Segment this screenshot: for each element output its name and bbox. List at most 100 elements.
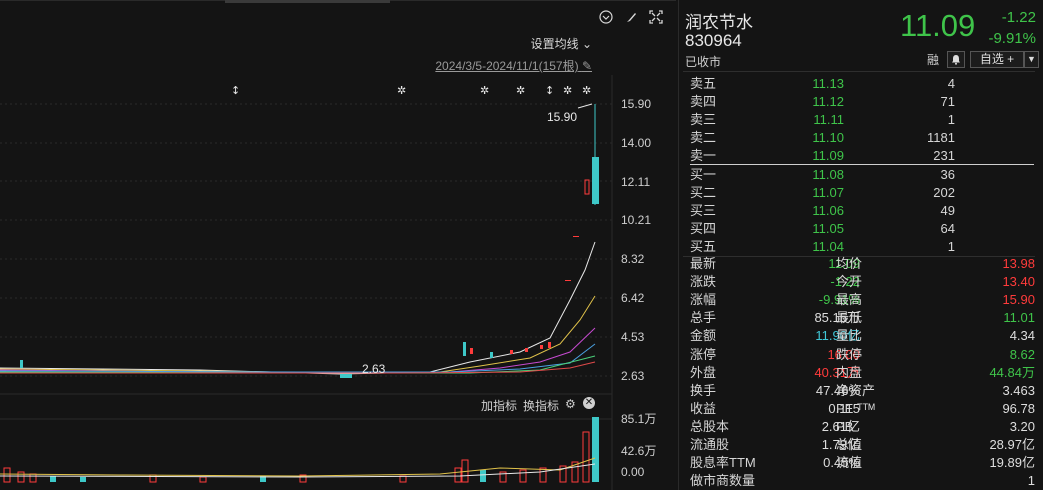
stat-label: 涨跌 — [690, 274, 717, 290]
ask-volume: 1 — [947, 112, 955, 127]
event-marker[interactable]: ✲ — [582, 84, 591, 97]
ask-row[interactable]: 卖一 11.09 231 — [690, 147, 965, 165]
watchlist-dropdown-icon[interactable]: ▼ — [1024, 51, 1039, 68]
stat-label: 量比 — [836, 328, 863, 344]
stat-label: PE ᵀᵀᴹ — [836, 400, 875, 416]
bid-price: 11.05 — [812, 221, 844, 236]
margin-badge: 融 — [927, 53, 940, 67]
stat-value: 15.90 — [1002, 292, 1035, 308]
stat-value: 3.20 — [1009, 418, 1035, 434]
vol-axis-tick: 0.00 — [621, 465, 645, 479]
bid-volume: 202 — [933, 185, 955, 200]
stat-value: 96.78 — [1002, 400, 1035, 416]
stock-code: 830964 — [685, 31, 742, 50]
stat-label: 做市商数量 — [690, 473, 756, 489]
ask-volume: 71 — [940, 94, 955, 109]
gear-icon[interactable]: ⚙ — [565, 397, 576, 411]
ask-row[interactable]: 卖二 11.10 1181 — [690, 129, 965, 147]
stat-label: 收益 — [690, 400, 717, 416]
stat-row: 收益 0.115 PE ᵀᵀᴹ 96.78 — [690, 400, 1035, 418]
bid-label: 买一 — [690, 167, 717, 182]
bid-volume: 49 — [940, 203, 955, 218]
ask-label: 卖一 — [690, 148, 717, 163]
kline-svg: ↕ ✲ ✲ ✲ ↕ ✲ ✲ — [0, 75, 613, 490]
ask-volume: 4 — [947, 76, 955, 91]
stat-value: 13.40 — [1002, 274, 1035, 290]
bid-row[interactable]: 买四 11.05 64 — [690, 220, 965, 238]
stat-label: 外盘 — [690, 364, 717, 380]
stat-value: 1 — [1027, 473, 1035, 489]
ask-row[interactable]: 卖四 11.12 71 — [690, 93, 965, 111]
close-icon[interactable]: ✕ — [583, 397, 595, 409]
stat-row: 涨跌 -1.22 今开 13.40 — [690, 273, 1035, 291]
stat-label: 涨停 — [690, 346, 717, 362]
event-marker[interactable]: ✲ — [516, 84, 525, 97]
stat-label: 换手 — [690, 382, 717, 398]
ask-price: 11.11 — [813, 112, 844, 127]
price-change: -1.22 — [1001, 9, 1036, 26]
ask-row[interactable]: 卖三 11.11 1 — [690, 111, 965, 129]
bid-price: 11.07 — [812, 185, 844, 200]
stat-label: 最新 — [690, 256, 717, 271]
bid-row[interactable]: 买二 11.07 202 — [690, 184, 965, 202]
stat-value: 4.34 — [1009, 328, 1035, 344]
stat-label: 跌停 — [836, 346, 863, 362]
bid-price: 11.08 — [812, 167, 844, 182]
bid-price: 11.06 — [812, 203, 844, 218]
bid-label: 买三 — [690, 203, 717, 218]
bid-row[interactable]: 买一 11.08 36 — [690, 166, 965, 184]
stat-value: 8.62 — [1009, 346, 1035, 362]
stat-label: 金额 — [690, 328, 717, 344]
bid-row[interactable]: 买五 11.04 1 — [690, 238, 965, 256]
add-indicator-button[interactable]: 加指标 — [481, 397, 517, 414]
stat-label: 最低 — [836, 310, 863, 326]
event-marker[interactable]: ✲ — [563, 84, 572, 97]
stat-value: 13.98 — [1002, 256, 1035, 271]
y-axis-tick: 4.53 — [621, 330, 645, 344]
stat-row: 股息率TTM 0.45% 流值 19.89亿 — [690, 454, 1035, 472]
stat-row: 外盘 40.31万 内盘 44.84万 — [690, 364, 1035, 382]
bid-row[interactable]: 买三 11.06 49 — [690, 202, 965, 220]
bid-price: 11.04 — [812, 239, 844, 254]
stat-value: 19.89亿 — [989, 455, 1035, 471]
last-candle[interactable] — [592, 157, 599, 204]
event-marker[interactable]: ✲ — [397, 84, 406, 97]
last-volume-bar[interactable] — [592, 417, 599, 482]
stat-value: 44.84万 — [989, 364, 1035, 380]
stat-row: 流通股 1.79亿 总值 28.97亿 — [690, 436, 1035, 454]
ask-price: 11.09 — [812, 148, 844, 163]
ask-volume: 1181 — [927, 130, 955, 145]
low-price-marker: 2.63 — [362, 362, 386, 376]
stat-label: 今开 — [836, 274, 863, 290]
price-change-pct: -9.91% — [988, 30, 1036, 47]
add-watchlist-button[interactable]: 自选 + — [970, 51, 1024, 68]
y-axis-tick: 10.21 — [621, 213, 652, 227]
stat-row: 做市商数量 1 — [690, 472, 1035, 490]
event-marker[interactable]: ↕ — [231, 84, 240, 97]
ask-label: 卖五 — [690, 76, 717, 91]
stat-row: 换手 47.46% 净资产 3.463 — [690, 382, 1035, 400]
y-axis-tick: 14.00 — [621, 136, 652, 150]
bid-label: 买五 — [690, 239, 717, 254]
stat-label: 净资产 — [836, 382, 876, 398]
bid-volume: 36 — [940, 167, 955, 182]
y-axis-tick: 6.42 — [621, 291, 645, 305]
stat-label: 总值 — [836, 437, 863, 452]
switch-indicator-button[interactable]: 换指标 — [523, 397, 559, 414]
spread-divider — [690, 164, 1034, 165]
high-price-marker: 15.90 — [547, 110, 578, 124]
bell-icon[interactable] — [947, 51, 965, 68]
stat-row: 总手 85.15万 最低 11.01 — [690, 309, 1035, 327]
stat-label: 最高 — [836, 292, 863, 308]
ask-row[interactable]: 卖五 11.13 4 — [690, 75, 965, 93]
kline-chart-panel: 设置均线 ⌄ 2024/3/5-2024/11/1(157根) ✎ ↕ ✲ ✲ … — [0, 0, 676, 490]
bid-volume: 64 — [940, 221, 955, 236]
header-divider — [683, 71, 1035, 72]
stat-value: 11.01 — [1003, 310, 1035, 326]
stat-row: 金额 11.90亿 量比 4.34 — [690, 327, 1035, 345]
stat-label: 均价 — [836, 256, 863, 271]
event-marker[interactable]: ✲ — [480, 84, 489, 97]
ask-price: 11.12 — [812, 94, 844, 109]
event-marker[interactable]: ↕ — [545, 84, 554, 97]
stat-label: PB — [836, 418, 854, 434]
